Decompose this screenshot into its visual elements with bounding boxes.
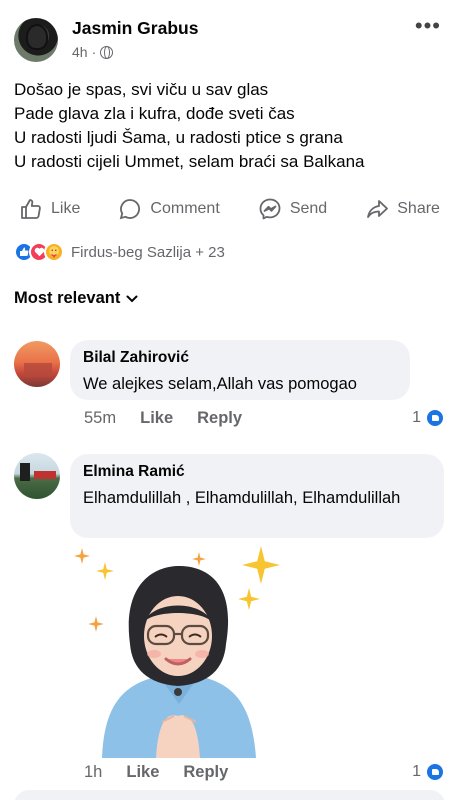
messenger-icon: [259, 198, 281, 220]
reaction-summary-text: Firdus-beg Sazlija + 23: [71, 243, 225, 261]
share-arrow-icon: [367, 200, 389, 218]
comment-footer: 55m Like Reply: [84, 409, 266, 428]
reaction-icons: [14, 242, 64, 262]
send-button[interactable]: Send: [258, 197, 327, 221]
thumbs-up-icon: [21, 199, 41, 219]
commenter-name[interactable]: Bilal Zahirović: [83, 349, 397, 367]
post-header: Jasmin Grabus 4h · •••: [14, 14, 445, 64]
comment-like-number: 1: [412, 763, 421, 780]
comment-like-button[interactable]: Like: [126, 763, 159, 782]
comment-reply-button[interactable]: Reply: [183, 763, 228, 782]
post-line: Pade glava zla i kufra, dođe sveti čas: [14, 104, 295, 123]
like-button[interactable]: Like: [19, 197, 80, 221]
comment-input[interactable]: [14, 790, 445, 800]
post-action-bar: Like Comment Send Share: [0, 192, 459, 226]
comment-like-count[interactable]: 1: [412, 408, 445, 428]
reaction-summary[interactable]: Firdus-beg Sazlija + 23: [14, 240, 225, 264]
send-button-label: Send: [289, 200, 328, 217]
share-button-label: Share: [397, 200, 440, 217]
post-body: Došao je spas, svi viču u sav glas Pade …: [14, 78, 445, 174]
comment-like-number: 1: [412, 409, 421, 426]
share-button[interactable]: Share: [365, 197, 440, 221]
care-icon: [44, 242, 64, 262]
comment-footer: 1h Like Reply: [84, 763, 252, 782]
comment-like-count[interactable]: 1: [412, 762, 445, 782]
comment-time: 55m: [84, 409, 117, 427]
comment-like-button[interactable]: Like: [140, 409, 173, 428]
comment-button[interactable]: Comment: [118, 197, 220, 221]
comment-bubble[interactable]: Elmina Ramić Elhamdulillah , Elhamdulill…: [70, 454, 444, 538]
commenter-avatar[interactable]: [14, 453, 60, 499]
comment-text: We alejkes selam,Allah vas pomogao: [83, 375, 357, 393]
commenter-name[interactable]: Elmina Ramić: [83, 463, 431, 481]
globe-icon: [100, 45, 114, 59]
post-line: U radosti ljudi Šama, u radosti ptice s …: [14, 128, 343, 147]
comment-sort-dropdown[interactable]: Most relevant: [14, 289, 138, 308]
commenter-avatar[interactable]: [14, 341, 60, 387]
post-meta: 4h ·: [72, 44, 114, 60]
post-time[interactable]: 4h: [72, 44, 88, 60]
sort-label: Most relevant: [14, 289, 121, 307]
chevron-down-icon: [126, 295, 138, 302]
author-avatar[interactable]: [14, 18, 58, 62]
separator-dot: ·: [91, 44, 97, 60]
comment-reply-button[interactable]: Reply: [197, 409, 242, 428]
like-button-label: Like: [51, 200, 81, 217]
like-icon: [425, 408, 445, 428]
more-options-icon[interactable]: •••: [415, 15, 441, 37]
avatar-sticker[interactable]: [74, 544, 284, 758]
comment-time: 1h: [84, 763, 103, 781]
comment-button-label: Comment: [150, 200, 220, 217]
comment-text: Elhamdulillah , Elhamdulillah, Elhamduli…: [83, 489, 401, 507]
post-line: U radosti cijeli Ummet, selam braći sa B…: [14, 152, 365, 171]
comment-bubble[interactable]: Bilal Zahirović We alejkes selam,Allah v…: [70, 340, 410, 400]
like-icon: [425, 762, 445, 782]
author-name[interactable]: Jasmin Grabus: [72, 18, 198, 39]
comment-bubble-icon: [120, 199, 141, 220]
post-line: Došao je spas, svi viču u sav glas: [14, 80, 269, 99]
